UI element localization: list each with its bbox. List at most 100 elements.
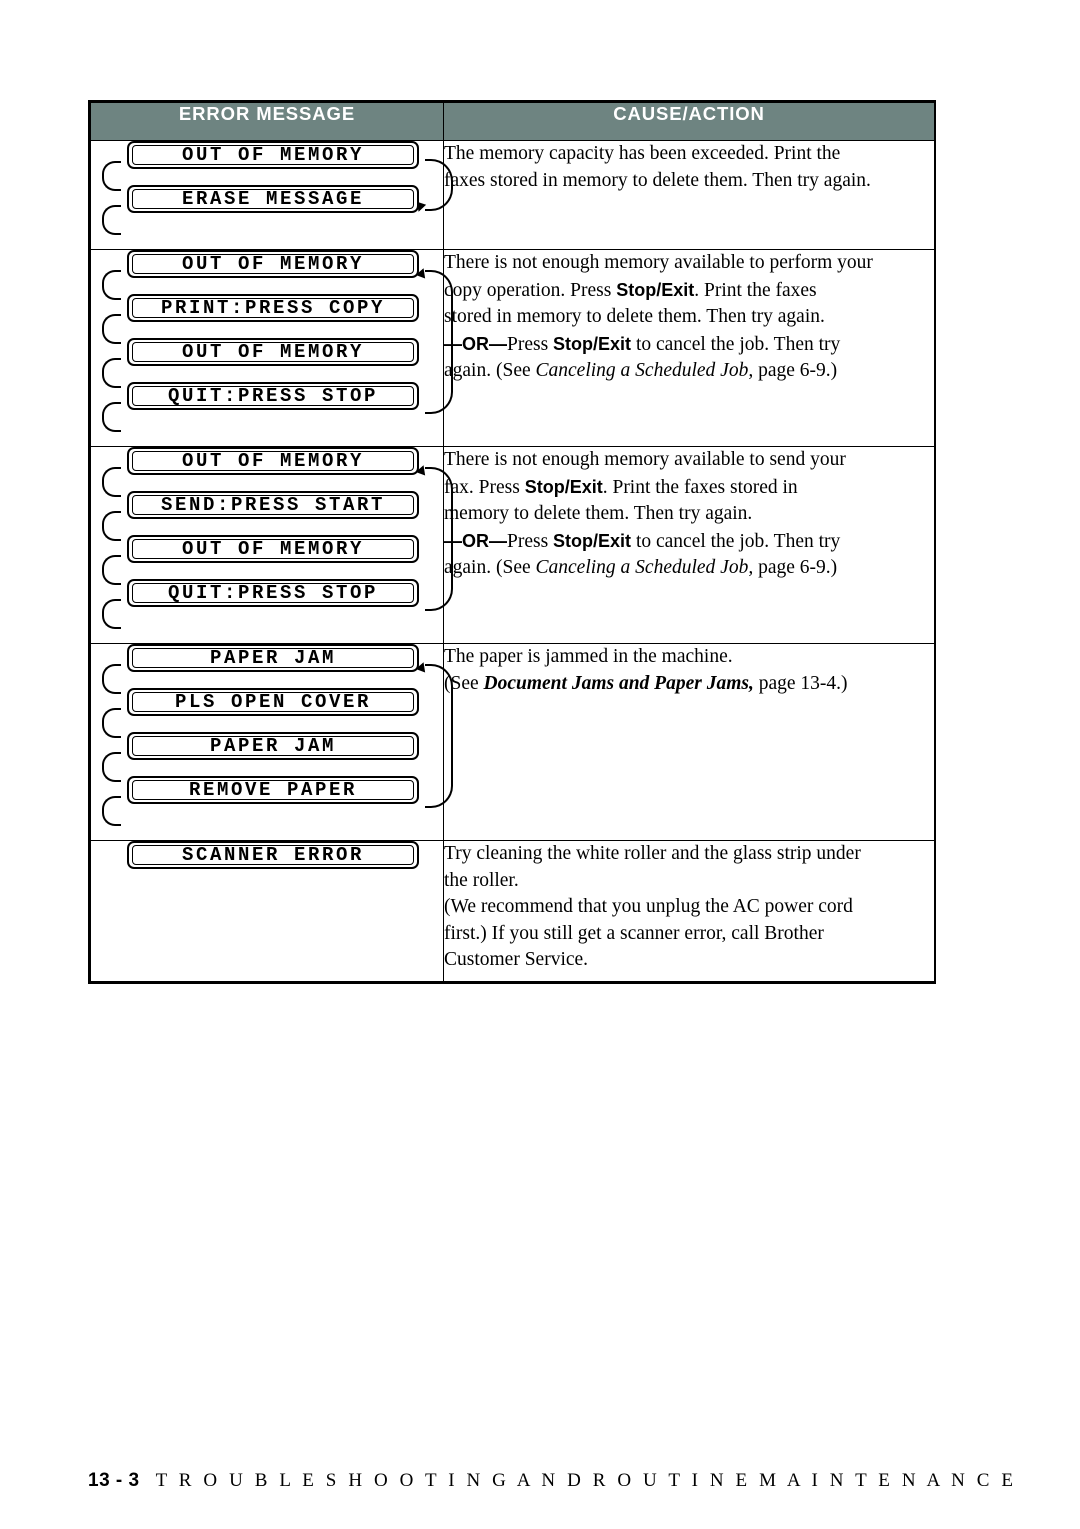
lcd-display: ERASE MESSAGE: [127, 185, 419, 213]
error-message-cell: PAPER JAM PLS OPEN COVER PAPER JAM REMOV…: [90, 643, 453, 841]
lcd-display: PRINT:PRESS COPY: [127, 294, 419, 322]
loop-arrow-icon: [425, 664, 453, 808]
cause-text: Press: [507, 333, 554, 355]
cross-reference: Canceling a Scheduled Job,: [535, 360, 754, 381]
lcd-text: PLS OPEN COVER: [174, 691, 372, 713]
cause-line: again. (See Canceling a Scheduled Job, p…: [444, 358, 934, 385]
error-message-table: ERROR MESSAGE CAUSE/ACTION OUT OF MEMORY: [88, 100, 936, 984]
loop-arrow-icon: [425, 270, 453, 414]
lcd-display: OUT OF MEMORY: [127, 535, 419, 563]
error-message-cell: OUT OF MEMORY PRINT:PRESS COPY OUT OF ME…: [90, 249, 453, 447]
cause-action-cell: The paper is jammed in the machine. (See…: [443, 643, 935, 841]
lcd-text: OUT OF MEMORY: [181, 253, 365, 275]
lcd-text: REMOVE PAPER: [188, 779, 358, 801]
connector-arc-icon: [102, 358, 121, 388]
connector-arc-icon: [102, 511, 121, 541]
lcd-display: PAPER JAM: [127, 732, 419, 760]
connector-arc-icon: [102, 555, 121, 585]
cause-action-cell: There is not enough memory available to …: [443, 249, 935, 447]
cause-line: (See Document Jams and Paper Jams, page …: [444, 671, 934, 698]
cause-line: —OR—Press Stop/Exit to cancel the job. T…: [444, 331, 934, 359]
lcd-display: SCANNER ERROR: [127, 841, 419, 869]
cause-line: copy operation. Press Stop/Exit. Print t…: [444, 277, 934, 305]
cause-line: The paper is jammed in the machine.: [444, 646, 733, 667]
cause-text: again. (See: [444, 557, 536, 578]
lcd-display: SEND:PRESS START: [127, 491, 419, 519]
connector-arc-icon: [102, 270, 121, 300]
connector-arc-icon: [102, 708, 121, 738]
cause-line: stored in memory to delete them. Then tr…: [444, 306, 825, 327]
lcd-text: OUT OF MEMORY: [181, 538, 365, 560]
stop-exit-label: Stop/Exit: [553, 333, 632, 354]
cause-text: again. (See: [444, 360, 536, 381]
connector-arc-icon: [102, 796, 121, 826]
connector-arc-icon: [102, 314, 121, 344]
cause-line: There is not enough memory available to …: [444, 449, 846, 470]
table-row: OUT OF MEMORY SEND:PRESS START OUT OF ME…: [90, 446, 935, 644]
error-message-cell: SCANNER ERROR: [90, 840, 444, 982]
table-row: OUT OF MEMORY PRINT:PRESS COPY OUT OF ME…: [90, 249, 935, 447]
cross-reference: Document Jams and Paper Jams,: [483, 672, 754, 694]
column-header-error-message: ERROR MESSAGE: [90, 102, 444, 141]
cause-action-cell: There is not enough memory available to …: [443, 446, 935, 644]
page-number: 13 - 3: [88, 1470, 140, 1491]
lcd-text: OUT OF MEMORY: [181, 450, 365, 472]
loop-arrow-icon: [425, 467, 453, 611]
table-row: OUT OF MEMORY ERASE MESSAGE The memory c…: [90, 140, 935, 250]
cause-line: memory to delete them. Then try again.: [444, 503, 753, 524]
cause-line: (We recommend that you unplug the AC pow…: [444, 896, 853, 917]
connector-arc-icon: [102, 205, 121, 235]
cause-action-cell: Try cleaning the white roller and the gl…: [443, 840, 935, 982]
or-label: —OR—: [444, 333, 507, 354]
lcd-display: OUT OF MEMORY: [127, 447, 419, 475]
lcd-text: ERASE MESSAGE: [181, 188, 365, 210]
cause-text: fax. Press: [444, 476, 525, 498]
lcd-text: QUIT:PRESS STOP: [167, 385, 379, 407]
cause-line: There is not enough memory available to …: [444, 250, 934, 277]
cause-action-cell: The memory capacity has been exceeded. P…: [443, 140, 935, 250]
lcd-display: PLS OPEN COVER: [127, 688, 419, 716]
lcd-display: PAPER JAM: [127, 644, 419, 672]
lcd-text: QUIT:PRESS STOP: [167, 582, 379, 604]
cause-text: to cancel the job. Then try: [631, 530, 841, 552]
cause-text: page 13-4.): [753, 672, 848, 694]
cause-text: page 6-9.): [753, 360, 838, 381]
connector-arc-icon: [102, 664, 121, 694]
lcd-text: OUT OF MEMORY: [181, 341, 365, 363]
cause-text: . Print the faxes: [694, 279, 817, 301]
cause-text: . Print the faxes stored in: [602, 476, 798, 498]
lcd-text: SCANNER ERROR: [181, 844, 365, 866]
lcd-display: OUT OF MEMORY: [127, 250, 419, 278]
lcd-display: QUIT:PRESS STOP: [127, 382, 419, 410]
error-message-cell: OUT OF MEMORY SEND:PRESS START OUT OF ME…: [90, 446, 453, 644]
cause-text: to cancel the job. Then try: [631, 333, 841, 355]
page-footer: 13 - 3 T R O U B L E S H O O T I N G A N …: [88, 1470, 1017, 1492]
cause-line: fax. Press Stop/Exit. Print the faxes st…: [444, 474, 934, 502]
lcd-text: PAPER JAM: [209, 647, 337, 669]
stop-exit-label: Stop/Exit: [616, 279, 695, 300]
table-row: SCANNER ERROR Try cleaning the white rol…: [90, 840, 935, 982]
cause-text: There is not enough memory available to …: [444, 252, 873, 273]
cross-reference: Canceling a Scheduled Job,: [535, 557, 754, 578]
cause-line: first.) If you still get a scanner error…: [444, 922, 824, 944]
cause-line: faxes stored in memory to delete them. T…: [444, 169, 871, 191]
footer-caption: T R O U B L E S H O O T I N G A N D R O …: [155, 1470, 1017, 1491]
cause-line: the roller.: [444, 869, 519, 891]
stop-exit-label: Stop/Exit: [553, 530, 632, 551]
table-row: PAPER JAM PLS OPEN COVER PAPER JAM REMOV…: [90, 643, 935, 841]
lcd-display: REMOVE PAPER: [127, 776, 419, 804]
cause-line: Customer Service.: [444, 949, 589, 970]
or-label: —OR—: [444, 530, 507, 551]
connector-arc-icon: [102, 599, 121, 629]
cause-line: Try cleaning the white roller and the gl…: [444, 843, 861, 864]
error-message-cell: OUT OF MEMORY ERASE MESSAGE: [90, 140, 453, 250]
connector-arc-icon: [102, 467, 121, 497]
lcd-text: SEND:PRESS START: [160, 494, 386, 516]
cause-line: The memory capacity has been exceeded. P…: [444, 143, 841, 164]
lcd-display: QUIT:PRESS STOP: [127, 579, 419, 607]
cause-text: copy operation. Press: [444, 279, 617, 301]
column-header-cause-action: CAUSE/ACTION: [443, 102, 935, 141]
cause-line: again. (See Canceling a Scheduled Job, p…: [444, 555, 934, 582]
stop-exit-label: Stop/Exit: [524, 476, 603, 497]
connector-arc-icon: [102, 752, 121, 782]
